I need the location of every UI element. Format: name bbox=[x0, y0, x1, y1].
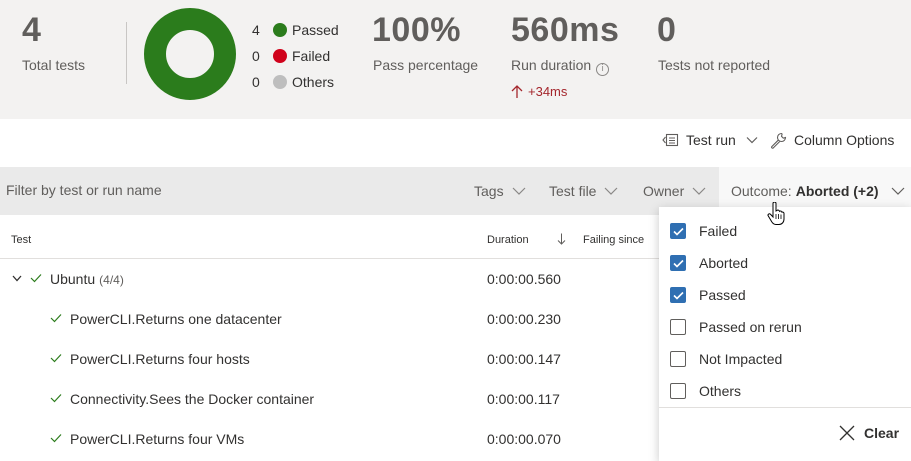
run-duration-delta-value: +34ms bbox=[528, 84, 568, 99]
outcome-option-failed[interactable]: Failed bbox=[670, 220, 737, 242]
outcome-option-label: Failed bbox=[699, 223, 738, 239]
tags-filter-dropdown[interactable]: Tags bbox=[474, 167, 526, 215]
group-duration: 0:00:00.560 bbox=[487, 271, 561, 287]
passed-dot-icon bbox=[273, 23, 287, 37]
legend-failed-count: 0 bbox=[252, 48, 260, 64]
failed-dot-icon bbox=[273, 49, 287, 63]
checkbox-unchecked-icon[interactable] bbox=[670, 383, 686, 399]
test-row-name[interactable]: Connectivity.Sees the Docker container bbox=[70, 391, 314, 407]
donut-passed-segment bbox=[144, 8, 236, 100]
others-dot-icon bbox=[273, 75, 287, 89]
passed-check-icon bbox=[50, 434, 62, 443]
tags-filter-label: Tags bbox=[474, 183, 504, 199]
clear-label: Clear bbox=[864, 425, 900, 441]
checkbox-unchecked-icon[interactable] bbox=[670, 319, 686, 335]
outcome-option-aborted[interactable]: Aborted bbox=[670, 252, 748, 274]
total-tests-label: Total tests bbox=[22, 57, 86, 73]
test-file-filter-dropdown[interactable]: Test file bbox=[549, 167, 618, 215]
filter-search-input[interactable]: Filter by test or run name bbox=[6, 182, 162, 198]
checkbox-checked-icon[interactable] bbox=[670, 287, 686, 303]
chevron-down-icon bbox=[746, 137, 758, 144]
passed-check-icon bbox=[50, 314, 62, 323]
test-row-duration: 0:00:00.230 bbox=[487, 311, 561, 327]
outcome-option-label: Others bbox=[699, 383, 742, 399]
clear-button[interactable]: Clear bbox=[839, 423, 899, 443]
test-row-name[interactable]: PowerCLI.Returns four VMs bbox=[70, 431, 244, 447]
pass-percentage-value: 100% bbox=[372, 11, 461, 49]
legend-passed-label: Passed bbox=[292, 22, 339, 38]
passed-check-icon bbox=[50, 394, 62, 403]
test-row-duration: 0:00:00.070 bbox=[487, 431, 561, 447]
column-header-test[interactable]: Test bbox=[11, 234, 31, 246]
run-duration-caption: Run duration i bbox=[511, 57, 610, 76]
outcome-option-others[interactable]: Others bbox=[670, 380, 741, 402]
outcome-option-not-impacted[interactable]: Not Impacted bbox=[670, 348, 782, 370]
chevron-down-icon bbox=[605, 187, 618, 195]
run-duration-delta: +34ms bbox=[511, 84, 567, 99]
pass-percentage-label: Pass percentage bbox=[373, 57, 479, 73]
test-row-duration: 0:00:00.117 bbox=[487, 391, 560, 407]
tests-not-reported-value: 0 bbox=[657, 11, 677, 49]
run-duration-label: Run duration bbox=[511, 57, 592, 73]
passed-check-icon bbox=[50, 354, 62, 363]
outcome-filter-value: Aborted (+2) bbox=[795, 183, 879, 199]
checkbox-unchecked-icon[interactable] bbox=[670, 351, 686, 367]
outcome-option-label: Aborted bbox=[699, 255, 749, 271]
info-icon[interactable]: i bbox=[596, 63, 610, 76]
run-duration-value: 560ms bbox=[511, 11, 620, 49]
legend-passed: 4 Passed bbox=[252, 20, 339, 40]
column-header-failing-since[interactable]: Failing since bbox=[583, 234, 644, 246]
outcome-filter-label: Outcome: bbox=[731, 183, 792, 199]
chevron-down-icon bbox=[512, 187, 526, 195]
outcome-filter-menu: Failed Aborted Passed Passed on rerun No… bbox=[659, 207, 911, 461]
sort-descending-icon[interactable] bbox=[557, 233, 566, 245]
chevron-down-icon bbox=[891, 187, 904, 195]
checkbox-checked-icon[interactable] bbox=[670, 255, 686, 271]
group-count: (4/4) bbox=[99, 273, 124, 287]
menu-divider bbox=[659, 407, 911, 408]
checkbox-checked-icon[interactable] bbox=[670, 223, 686, 239]
outcome-option-label: Passed on rerun bbox=[699, 319, 802, 335]
column-options-label: Column Options bbox=[794, 132, 895, 148]
test-run-icon bbox=[662, 133, 679, 147]
legend-others: 0 Others bbox=[252, 72, 334, 92]
wrench-icon bbox=[771, 132, 787, 149]
test-row-duration: 0:00:00.147 bbox=[487, 351, 561, 367]
outcome-option-label: Passed bbox=[699, 287, 746, 303]
tests-not-reported-label: Tests not reported bbox=[658, 57, 771, 73]
summary-panel: 4 Total tests 4 Passed 0 Failed 0 Others… bbox=[0, 0, 911, 119]
legend-passed-count: 4 bbox=[252, 22, 260, 38]
column-options-button[interactable]: Column Options bbox=[770, 129, 894, 151]
group-row-ubuntu[interactable]: Ubuntu (4/4) bbox=[50, 271, 124, 287]
outcome-option-label: Not Impacted bbox=[699, 351, 783, 367]
hand-cursor-icon bbox=[767, 202, 785, 225]
test-file-filter-label: Test file bbox=[549, 183, 597, 199]
test-run-label: Test run bbox=[686, 132, 736, 148]
column-header-duration[interactable]: Duration bbox=[487, 234, 529, 246]
group-name: Ubuntu bbox=[50, 271, 96, 287]
outcome-option-passed-on-rerun[interactable]: Passed on rerun bbox=[670, 316, 802, 338]
test-run-button[interactable]: Test run bbox=[662, 129, 758, 151]
outcome-option-passed[interactable]: Passed bbox=[670, 284, 746, 306]
legend-others-label: Others bbox=[292, 74, 335, 90]
outcome-donut-chart bbox=[144, 8, 236, 100]
close-icon bbox=[839, 425, 855, 441]
test-row-name[interactable]: PowerCLI.Returns four hosts bbox=[70, 351, 250, 367]
passed-check-icon bbox=[30, 274, 42, 283]
chevron-down-icon bbox=[692, 187, 706, 195]
expand-chevron-icon[interactable] bbox=[12, 275, 22, 282]
owner-filter-label: Owner bbox=[643, 183, 685, 199]
legend-others-count: 0 bbox=[252, 74, 260, 90]
arrow-up-icon bbox=[511, 84, 523, 98]
summary-divider bbox=[126, 22, 127, 84]
legend-failed: 0 Failed bbox=[252, 46, 330, 66]
total-tests-value: 4 bbox=[22, 11, 42, 49]
legend-failed-label: Failed bbox=[292, 48, 331, 64]
test-row-name[interactable]: PowerCLI.Returns one datacenter bbox=[70, 311, 282, 327]
